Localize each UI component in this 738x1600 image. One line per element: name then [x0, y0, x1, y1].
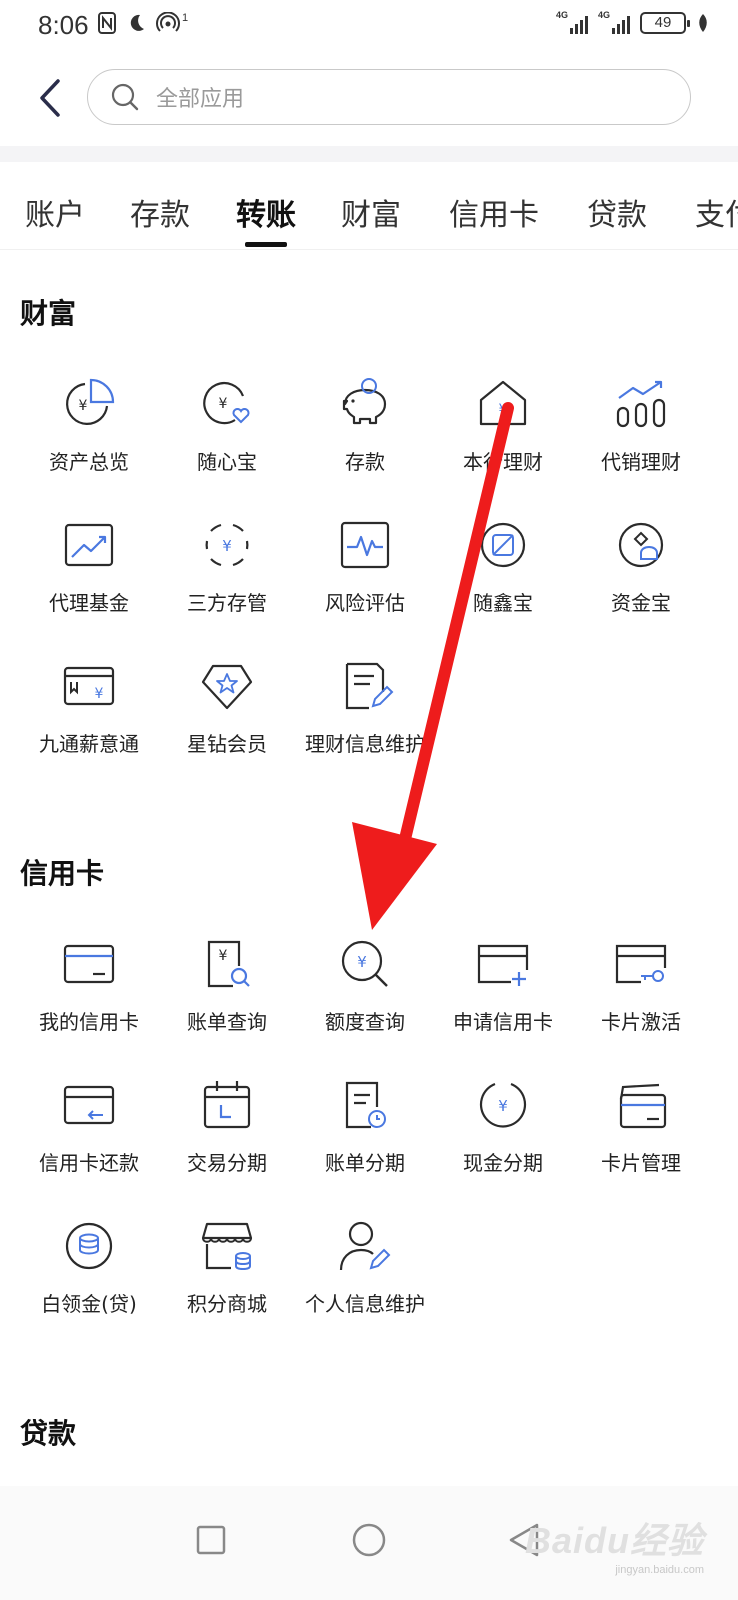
home-button[interactable]	[341, 1512, 397, 1568]
store-icon	[201, 1222, 253, 1271]
leaf-icon	[699, 14, 707, 32]
document-edit-icon	[345, 662, 394, 710]
tab-credit-card[interactable]: 信用卡	[449, 162, 539, 249]
grid-item-third-party-custody[interactable]: ¥ 三方存管	[158, 487, 296, 628]
search-input[interactable]: 全部应用	[87, 69, 691, 125]
chevron-left-icon	[40, 79, 60, 117]
signal-icon: 4G	[556, 10, 588, 34]
piggy-bank-icon	[342, 378, 387, 425]
divider	[0, 146, 738, 162]
bill-search-icon: ¥	[207, 940, 250, 988]
yuan-circle-icon: ¥	[479, 1082, 527, 1128]
grid-item-suixinbao-2[interactable]: 随鑫宝	[434, 487, 572, 628]
grid-item-transaction-installment[interactable]: 交易分期	[158, 1047, 296, 1188]
moon-icon	[130, 14, 144, 31]
yuan-heart-icon: ¥	[203, 382, 250, 425]
coin-stack-icon	[65, 1222, 113, 1270]
grid-item-credit-card-repayment[interactable]: 信用卡还款	[20, 1047, 158, 1188]
search-placeholder: 全部应用	[156, 87, 245, 112]
square-icon	[196, 1525, 226, 1555]
tab-payment[interactable]: 支付	[695, 162, 738, 249]
bill-clock-icon	[345, 1081, 386, 1129]
star-diamond-icon	[201, 664, 253, 710]
tab-wealth[interactable]: 财富	[341, 162, 401, 249]
grid-item-points-mall[interactable]: 积分商城	[158, 1188, 296, 1329]
header: 全部应用	[0, 54, 738, 146]
section-title-wealth: 财富	[20, 297, 77, 330]
grid-item-credit-limit-query[interactable]: ¥ 额度查询	[296, 906, 434, 1047]
grid-item-suixinbao[interactable]: ¥ 随心宝	[158, 346, 296, 487]
nfc-icon	[98, 12, 116, 34]
back-button[interactable]	[30, 74, 70, 122]
hotspot-icon	[156, 12, 180, 32]
search-icon	[111, 83, 139, 111]
grid-item-deposit[interactable]: 存款	[296, 346, 434, 487]
grid-item-cash-installment[interactable]: ¥ 现金分期	[434, 1047, 572, 1188]
grid-item-salary-card[interactable]: ¥ 九通薪意通	[20, 628, 158, 769]
salary-card-icon: ¥	[63, 666, 115, 706]
grid-item-bill-query[interactable]: ¥ 账单查询	[158, 906, 296, 1047]
circle-icon	[352, 1523, 386, 1557]
tab-transfer[interactable]: 转账	[236, 162, 296, 249]
watermark: Baidu经验 jingyan.baidu.com	[525, 1512, 704, 1576]
status-bar: 8:06 1 4G 4G 49	[0, 0, 738, 54]
card-add-icon	[477, 944, 529, 986]
battery-icon: 49	[640, 12, 690, 34]
svg-text:¥: ¥	[222, 537, 232, 555]
grid-item-bank-wealth[interactable]: ¥ 本行理财	[434, 346, 572, 487]
credit-card-icon	[63, 944, 115, 984]
tab-account[interactable]: 账户	[25, 162, 85, 249]
grid-item-wealth-info-maintenance[interactable]: 理财信息维护	[296, 628, 434, 769]
grid-item-apply-credit-card[interactable]: 申请信用卡	[434, 906, 572, 1047]
watermark-brand: Baidu经验	[524, 1520, 704, 1561]
card-key-icon	[615, 944, 667, 984]
tab-loan[interactable]: 贷款	[587, 162, 647, 249]
grid-item-my-credit-card[interactable]: 我的信用卡	[20, 906, 158, 1047]
trend-chart-icon	[64, 523, 114, 567]
svg-text:¥: ¥	[219, 948, 228, 964]
money-bag-icon	[618, 522, 664, 568]
tab-deposit[interactable]: 存款	[130, 162, 190, 249]
grid-item-bill-installment[interactable]: 账单分期	[296, 1047, 434, 1188]
bar-chart-trend-icon	[616, 380, 666, 428]
cards-stack-icon	[619, 1083, 667, 1129]
wealth-grid: ¥ 资产总览 ¥ 随心宝 存款 ¥ 本行理财 代销理财 代理基金 ¥ 三方存管 …	[20, 346, 710, 769]
yuan-cycle-icon: ¥	[205, 523, 249, 567]
status-time: 8:06	[38, 10, 89, 40]
grid-item-agency-wealth[interactable]: 代销理财	[572, 346, 710, 487]
svg-text:¥: ¥	[498, 1097, 508, 1115]
grid-item-card-activation[interactable]: 卡片激活	[572, 906, 710, 1047]
svg-text:¥: ¥	[219, 396, 228, 412]
grid-item-white-collar-gold[interactable]: 白领金(贷)	[20, 1188, 158, 1329]
grid-item-card-management[interactable]: 卡片管理	[572, 1047, 710, 1188]
recents-button[interactable]	[183, 1512, 239, 1568]
asset-overview-icon: ¥	[66, 378, 115, 425]
svg-text:¥: ¥	[357, 953, 367, 971]
grid-item-star-member[interactable]: 星钻会员	[158, 628, 296, 769]
coin-square-icon	[480, 522, 526, 568]
grid-item-risk-assessment[interactable]: 风险评估	[296, 487, 434, 628]
hotspot-count: 1	[182, 12, 189, 24]
category-tabs: 账户 存款 转账 财富 信用卡 贷款 支付	[0, 162, 738, 250]
card-repay-icon	[63, 1085, 115, 1125]
svg-text:¥: ¥	[95, 686, 104, 702]
svg-text:¥: ¥	[79, 398, 88, 414]
pulse-monitor-icon	[340, 521, 390, 569]
watermark-url: jingyan.baidu.com	[615, 1564, 704, 1576]
grid-item-asset-overview[interactable]: ¥ 资产总览	[20, 346, 158, 487]
grid-item-agent-fund[interactable]: 代理基金	[20, 487, 158, 628]
section-title-credit-card: 信用卡	[20, 857, 105, 890]
grid-item-zijinbao[interactable]: 资金宝	[572, 487, 710, 628]
credit-card-grid: 我的信用卡 ¥ 账单查询 ¥ 额度查询 申请信用卡 卡片激活 信用卡还款 交易分…	[20, 906, 710, 1329]
svg-text:¥: ¥	[499, 402, 508, 418]
yuan-magnifier-icon: ¥	[341, 940, 388, 987]
signal-icon: 4G	[598, 10, 630, 34]
house-yuan-icon: ¥	[479, 380, 527, 426]
calendar-icon	[203, 1081, 251, 1129]
user-edit-icon	[339, 1221, 391, 1271]
section-title-loan: 贷款	[20, 1417, 77, 1450]
grid-item-personal-info-maintenance[interactable]: 个人信息维护	[296, 1188, 434, 1329]
